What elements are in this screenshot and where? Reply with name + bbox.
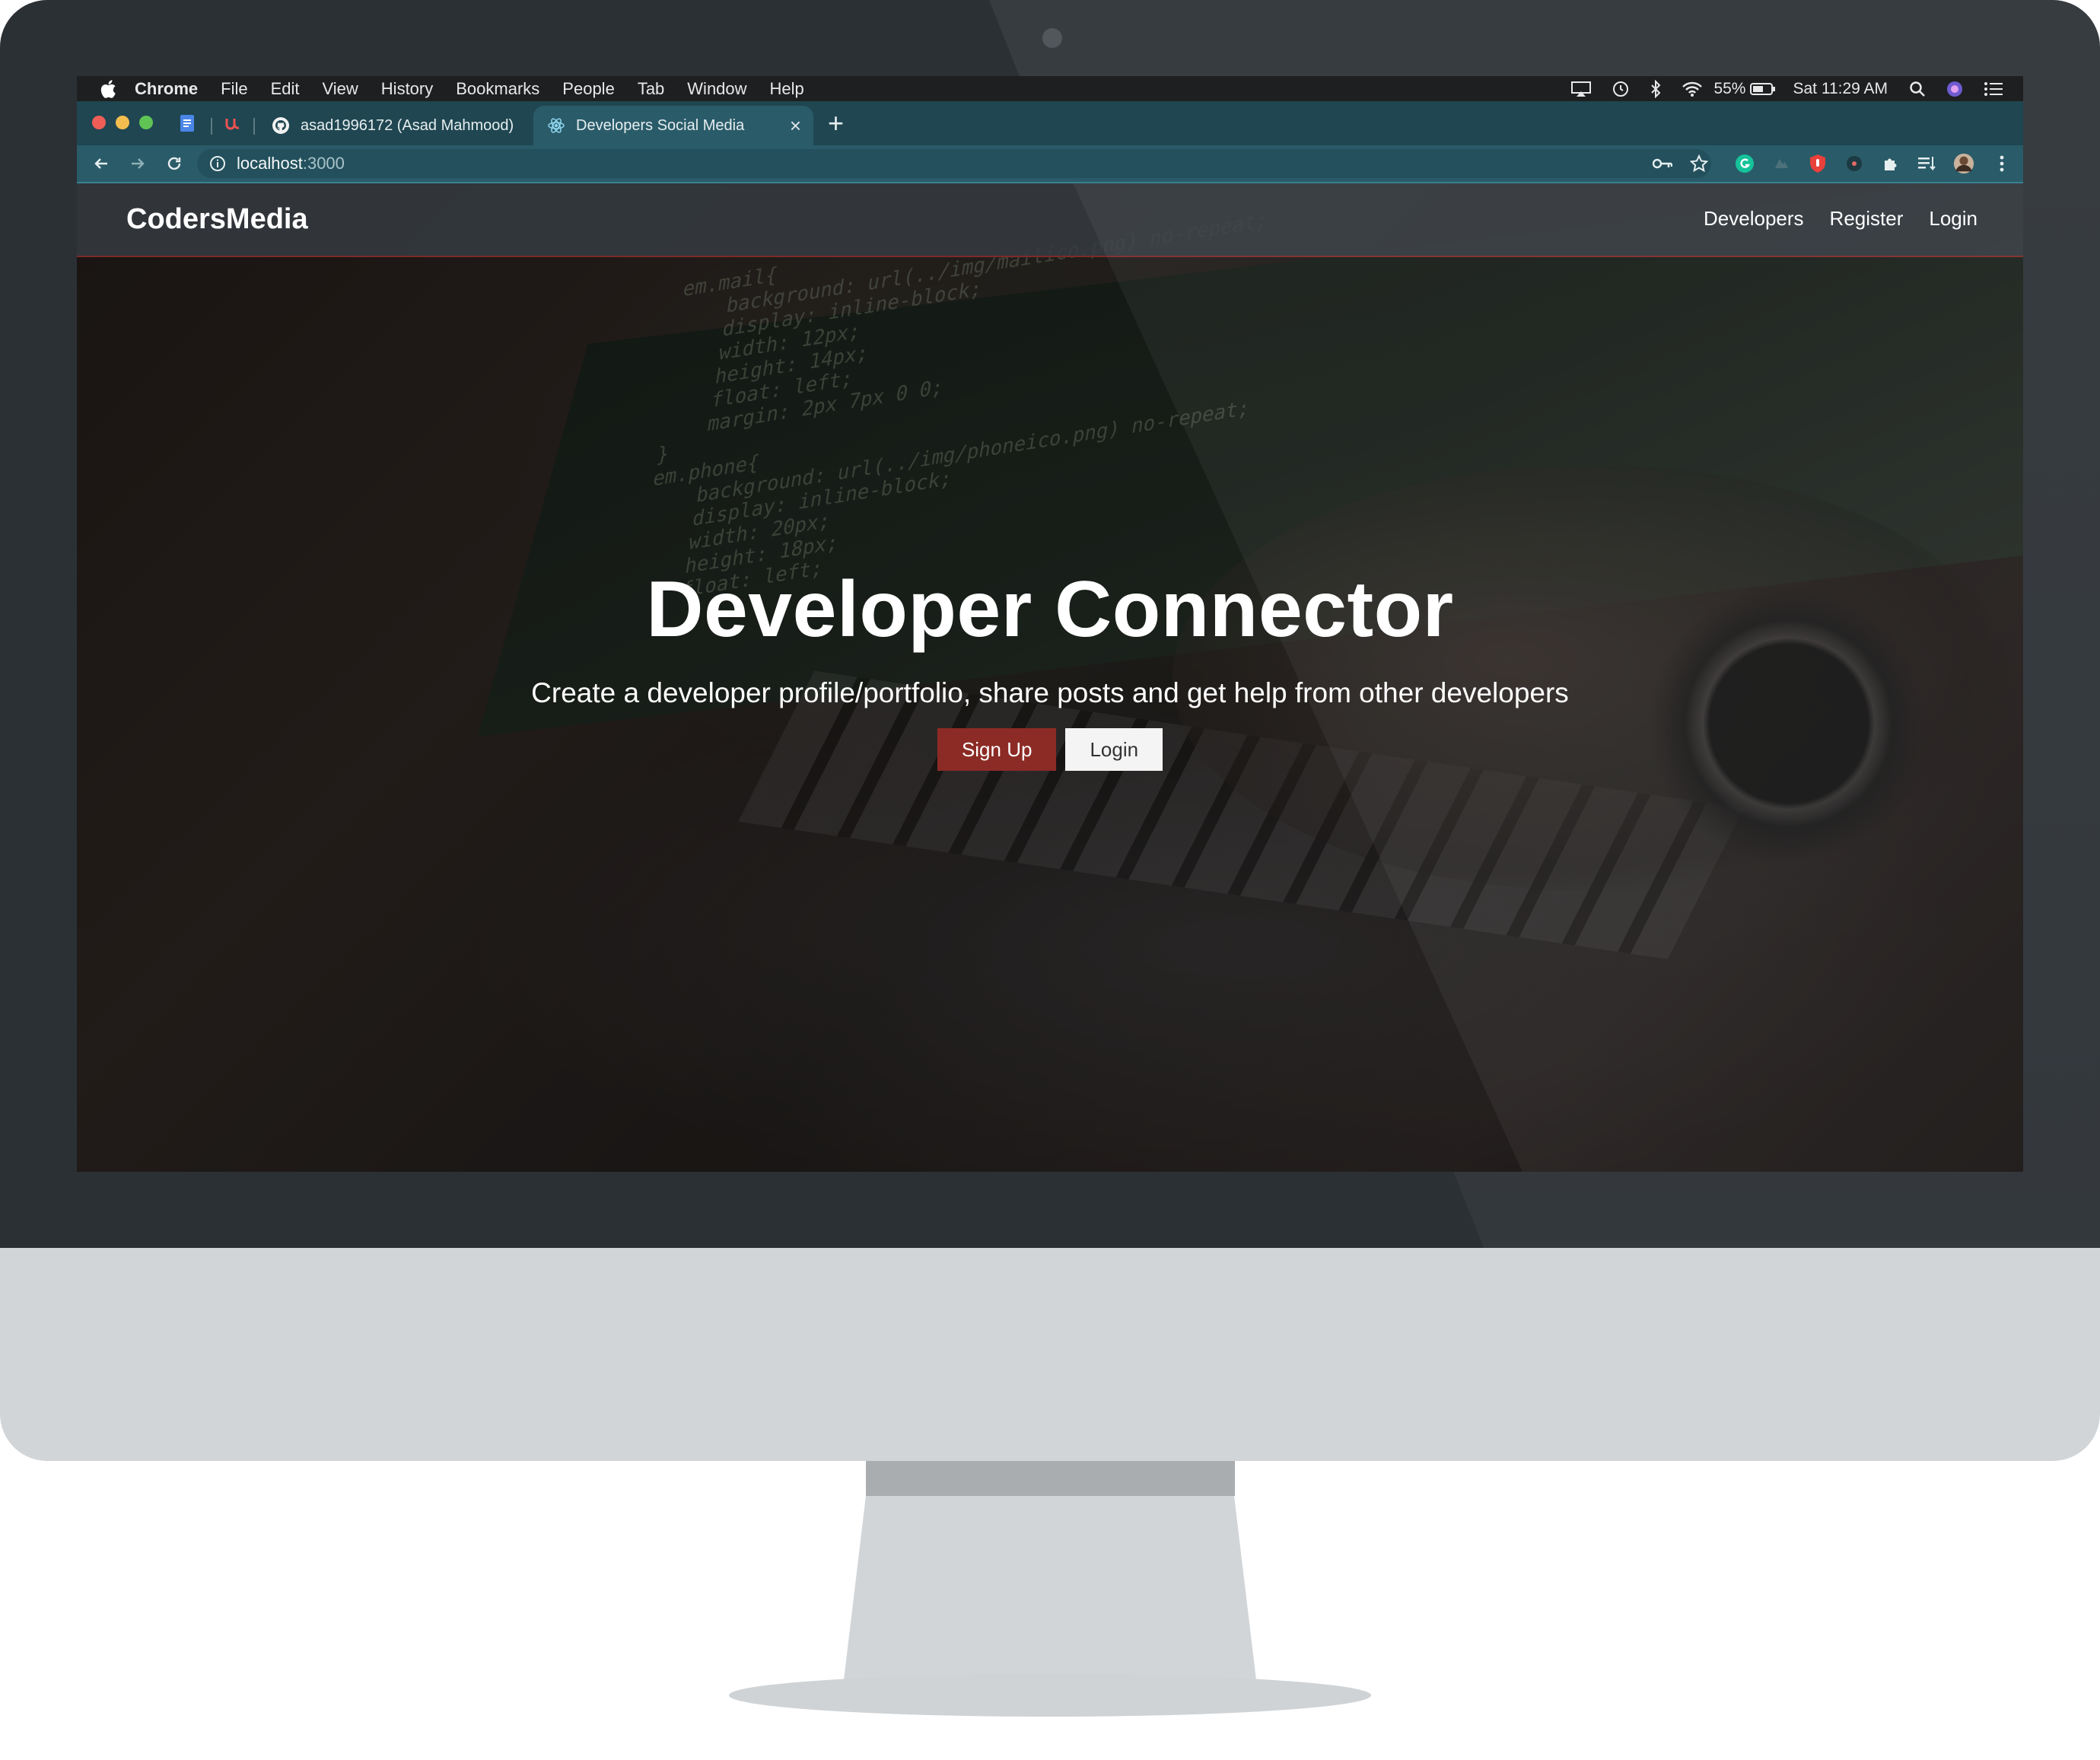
close-window-button[interactable] — [92, 116, 106, 129]
key-icon[interactable] — [1652, 153, 1673, 174]
docs-icon — [180, 115, 194, 132]
monitor-chin — [0, 1248, 2100, 1461]
puzzle-extensions-icon[interactable] — [1880, 153, 1901, 174]
extension-dark-icon[interactable] — [1844, 153, 1865, 174]
stand-neck — [866, 1461, 1235, 1496]
menu-history[interactable]: History — [381, 79, 433, 99]
forward-arrow-icon[interactable] — [127, 153, 148, 174]
brand-logo-link[interactable]: CodersMedia — [126, 203, 308, 236]
battery-percent: 55% — [1713, 79, 1746, 97]
new-tab-button[interactable]: + — [828, 110, 844, 137]
grammarly-icon[interactable] — [1734, 153, 1755, 174]
pinned-tab-udemy[interactable] — [223, 113, 243, 133]
extension-disabled-icon[interactable] — [1771, 153, 1792, 174]
apple-icon[interactable] — [100, 79, 116, 99]
tab-title: Developers Social Media — [576, 116, 745, 134]
minimize-window-button[interactable] — [116, 116, 129, 129]
pinned-tab-docs[interactable] — [177, 113, 197, 133]
zoom-window-button[interactable] — [139, 116, 153, 129]
tab-separator — [211, 118, 212, 135]
imac-mockup: Chrome File Edit View History Bookmarks … — [0, 0, 2100, 1760]
nav-link-login[interactable]: Login — [1929, 207, 1978, 231]
mac-menu-bar: Chrome File Edit View History Bookmarks … — [77, 76, 2023, 101]
menu-help[interactable]: Help — [770, 79, 804, 99]
signup-button[interactable]: Sign Up — [937, 728, 1057, 771]
reload-icon[interactable] — [164, 153, 185, 174]
window-controls — [92, 116, 163, 129]
landing-lead: Create a developer profile/portfolio, sh… — [531, 677, 1569, 708]
camera — [1042, 28, 1062, 48]
github-icon — [272, 116, 290, 135]
battery-icon[interactable] — [1750, 82, 1776, 96]
menu-bookmarks[interactable]: Bookmarks — [456, 79, 539, 99]
login-button[interactable]: Login — [1065, 728, 1163, 771]
landing-inner: Developer Connector Create a developer p… — [77, 564, 2023, 771]
tab-title: asad1996172 (Asad Mahmood) — [301, 116, 514, 134]
bluetooth-icon[interactable] — [1650, 79, 1662, 98]
menu-clock[interactable]: Sat 11:29 AM — [1793, 80, 1888, 98]
menu-people[interactable]: People — [562, 79, 615, 99]
react-icon — [547, 116, 565, 135]
stand-foot — [729, 1674, 1371, 1717]
url-port: :3000 — [302, 154, 345, 173]
menu-window[interactable]: Window — [687, 79, 746, 99]
menu-file[interactable]: File — [221, 79, 247, 99]
monitor-stand — [843, 1496, 1257, 1686]
reading-list-icon[interactable] — [1917, 153, 1938, 174]
monitor-bezel: Chrome File Edit View History Bookmarks … — [0, 0, 2100, 1248]
time-machine-icon[interactable] — [1612, 80, 1630, 98]
landing-title: Developer Connector — [646, 565, 1454, 654]
menu-edit[interactable]: Edit — [271, 79, 300, 99]
back-arrow-icon[interactable] — [91, 153, 112, 174]
menu-tab[interactable]: Tab — [638, 79, 664, 99]
site-navbar: CodersMedia Developers Register Login — [77, 183, 2023, 257]
url-host: localhost — [237, 154, 303, 173]
more-menu-icon[interactable] — [1991, 153, 2013, 174]
site-info-icon[interactable] — [209, 155, 226, 172]
menu-status-area: 55% Sat 11:29 AM — [1551, 76, 2003, 101]
address-bar[interactable]: localhost:3000 — [197, 149, 1711, 178]
screen: Chrome File Edit View History Bookmarks … — [77, 76, 2023, 1172]
nav-links: Developers Register Login — [1678, 207, 1978, 231]
notification-center-icon[interactable] — [1984, 81, 2003, 97]
browser-toolbar: localhost:3000 — [77, 145, 2023, 183]
siri-icon[interactable] — [1946, 80, 1964, 98]
udemy-icon — [225, 119, 240, 130]
menu-view[interactable]: View — [323, 79, 358, 99]
landing-buttons: Sign Up Login — [77, 728, 2023, 771]
spotlight-search-icon[interactable] — [1909, 81, 1926, 97]
web-page: em.mail{ background: url(../img/mailico.… — [77, 183, 2023, 1172]
menu-app-name[interactable]: Chrome — [135, 79, 198, 99]
wifi-icon[interactable] — [1682, 81, 1703, 97]
close-icon[interactable]: × — [790, 114, 801, 138]
nav-link-register[interactable]: Register — [1830, 207, 1904, 231]
tab-separator — [253, 118, 255, 135]
nav-link-developers[interactable]: Developers — [1704, 207, 1804, 231]
airplay-icon[interactable] — [1570, 81, 1592, 97]
bookmark-star-icon[interactable] — [1688, 153, 1710, 174]
profile-avatar-icon[interactable] — [1953, 153, 1974, 174]
adblock-icon[interactable] — [1807, 153, 1828, 174]
browser-tab-strip: asad1996172 (Asad Mahmood) × Developers … — [77, 101, 2023, 145]
tab-developers-social-media[interactable]: Developers Social Media × — [533, 106, 813, 145]
